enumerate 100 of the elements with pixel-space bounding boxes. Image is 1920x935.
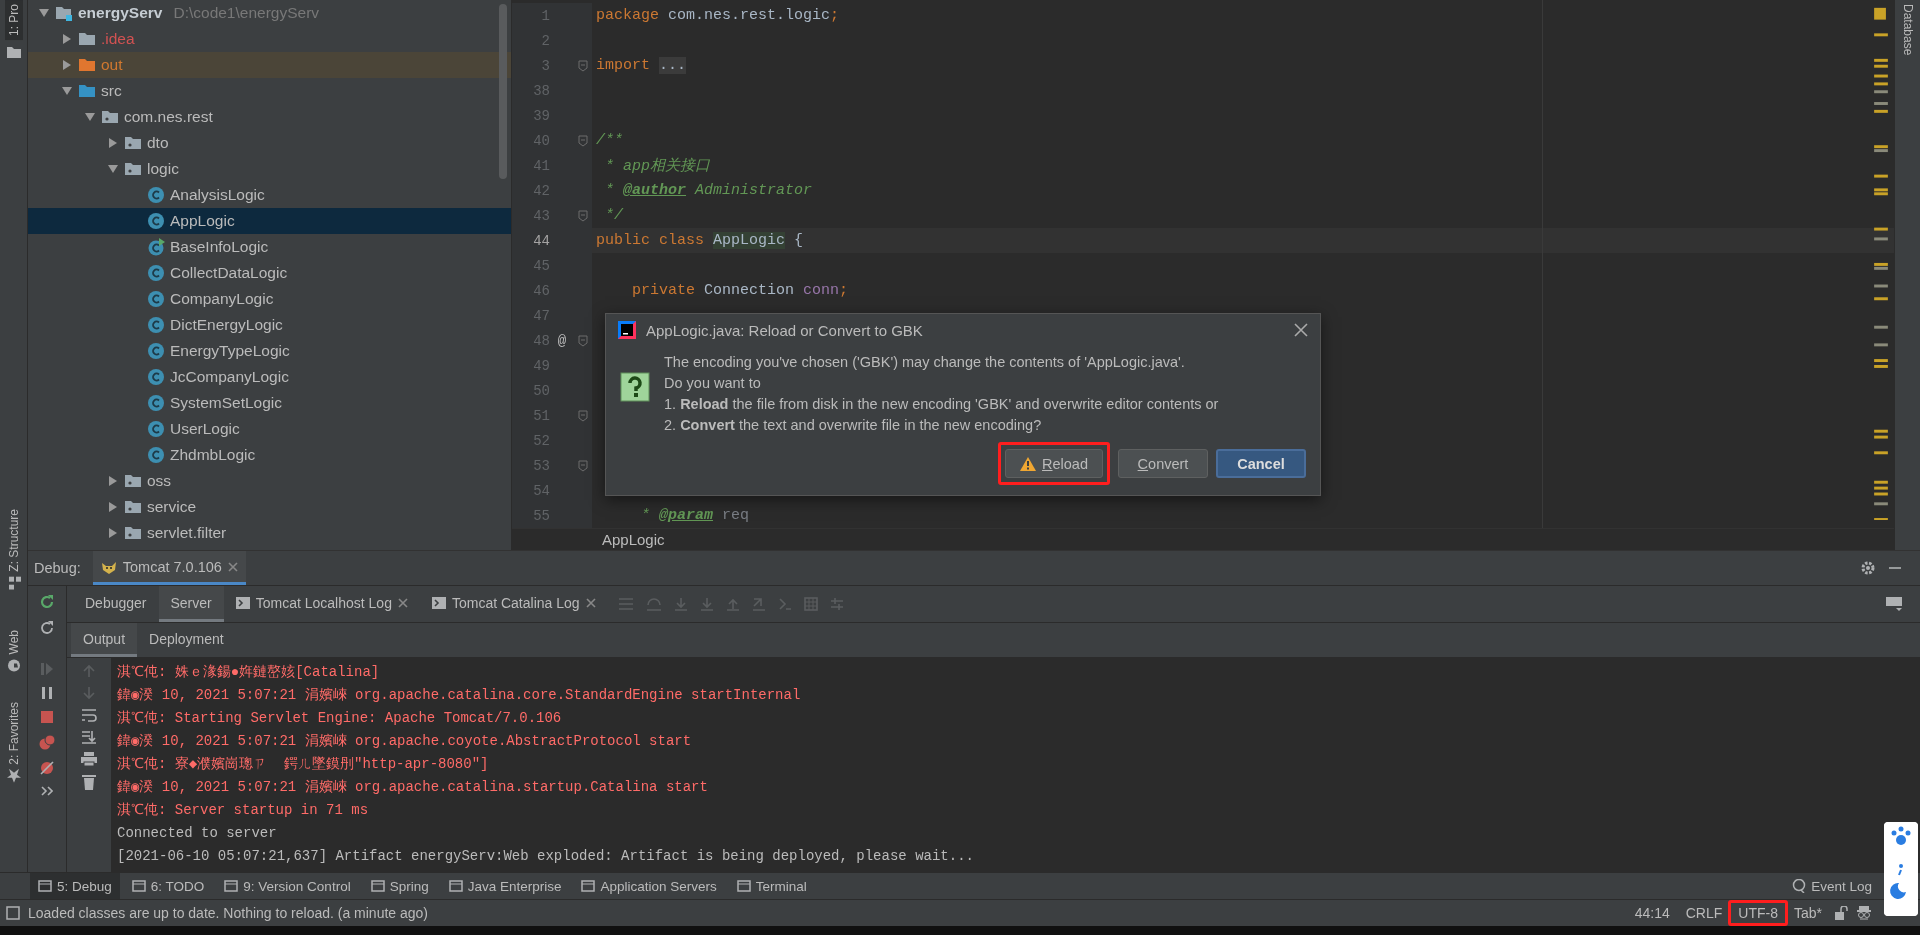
inspector-icon[interactable] [1856,905,1872,921]
override-marker[interactable]: @ [557,332,567,349]
restart-icon[interactable] [39,620,55,636]
fold-icon[interactable] [578,134,588,147]
fold-icon[interactable] [578,334,588,347]
layout-icon[interactable] [1886,597,1902,611]
collapsed-arrow-icon[interactable] [61,59,73,71]
tree-item[interactable]: oss [28,468,511,494]
stop-icon[interactable] [40,710,54,724]
tool-window-tab[interactable]: Database [1898,0,1917,60]
close-icon[interactable] [227,561,238,572]
tree-item[interactable]: logic [28,156,511,182]
status-item[interactable]: UTF-8 [1734,905,1782,921]
tree-item[interactable]: servlet.filter [28,520,511,546]
tool-window-tab[interactable]: 2: Favorites [4,698,23,787]
console-tab[interactable]: Deployment [137,623,236,657]
tree-item[interactable]: AnalysisLogic [28,182,511,208]
code-line: package com.nes.rest.logic; [595,7,840,24]
tool-window-button[interactable]: 5: Debug [30,873,120,899]
trash-icon[interactable] [82,774,96,790]
tool-window-tab[interactable]: Z: Structure [4,505,23,594]
tree-item[interactable]: SystemSetLogic [28,390,511,416]
tree-item[interactable]: src [28,78,511,104]
tree-item[interactable]: CollectDataLogic [28,260,511,286]
tool-window-button[interactable]: Java Enterprise [440,873,570,899]
tree-item[interactable]: JcCompanyLogic [28,364,511,390]
runnable-class-icon [147,238,165,256]
collapsed-arrow-icon[interactable] [107,137,119,149]
fold-icon[interactable] [578,209,588,222]
ime-toolbar-drawing[interactable] [1884,822,1918,916]
tool-window-button[interactable]: Application Servers [573,873,725,899]
event-log-button[interactable]: Event Log [1784,873,1880,899]
soft-wrap-icon[interactable] [81,708,97,722]
fold-icon[interactable] [578,59,588,72]
tree-item[interactable]: EnergyTypeLogic [28,338,511,364]
code-line: * app相关接口 [604,156,710,175]
fold-icon[interactable] [578,409,588,422]
console-line: 鍏◉湀 10, 2021 5:07:21 涓嬪崍 org.apache.coyote.AbstractProtocol start [116,732,693,751]
tree-item[interactable]: UserLogic [28,416,511,442]
session-tab[interactable]: Tomcat 7.0.106 [92,551,246,585]
rerun-icon[interactable] [39,594,55,610]
class-icon [147,342,165,360]
close-icon[interactable] [1294,323,1308,337]
breadcrumb[interactable]: AppLogic [512,528,1894,550]
dialog-button[interactable]: Reload [1005,449,1103,478]
print-icon[interactable] [81,752,97,766]
panel-toggle-icon[interactable] [6,906,20,920]
tree-item[interactable]: com.nes.rest [28,104,511,130]
tree-item[interactable]: energyServ D:\code1\energyServ [28,0,511,26]
tree-item[interactable]: ZhdmbLogic [28,442,511,468]
settings-icon[interactable] [1860,560,1876,576]
tree-item[interactable]: service [28,494,511,520]
tree-item[interactable]: AppLogic [28,208,511,234]
lock-icon[interactable] [1834,906,1848,920]
collapsed-arrow-icon[interactable] [107,527,119,539]
expanded-arrow-icon[interactable] [61,85,73,97]
tree-item[interactable]: CompanyLogic [28,286,511,312]
package-folder-icon [101,109,119,125]
tool-window-icon [448,879,463,893]
scroll-to-end-icon[interactable] [81,730,97,744]
collapsed-arrow-icon[interactable] [61,33,73,45]
status-item[interactable]: Tab* [1789,905,1826,921]
collapsed-arrow-icon[interactable] [107,501,119,513]
tree-item[interactable]: DictEnergyLogic [28,312,511,338]
collapsed-arrow-icon[interactable] [107,475,119,487]
debug-tab[interactable]: Debugger [73,586,159,622]
close-icon[interactable] [397,597,408,608]
expanded-arrow-icon[interactable] [84,111,96,123]
console-line: 淇℃伅: 寮◆濮嬪崗璁ㄗ 鍔ㄦ墜鏌刐"http-apr-8080"] [116,755,490,774]
scrollbar[interactable] [499,4,507,179]
status-item[interactable]: CRLF [1681,905,1727,921]
debug-tab[interactable]: Tomcat Catalina Log [419,586,608,622]
tree-item[interactable]: BaseInfoLogic [28,234,511,260]
debug-tab[interactable]: Server [158,586,224,622]
expanded-arrow-icon[interactable] [107,163,119,175]
class-icon [147,420,165,438]
code-line: * @param req [640,507,750,524]
tool-window-button[interactable]: Terminal [728,873,815,899]
mute-breakpoints-icon[interactable] [39,760,55,776]
tool-window-button[interactable]: 6: TODO [123,873,213,899]
tool-window-tab[interactable]: 1: Pro [4,0,23,40]
expanded-arrow-icon[interactable] [38,7,50,19]
dialog-button[interactable]: Convert [1118,449,1208,478]
tool-window-button[interactable]: Spring [362,873,437,899]
tool-window-icon [131,879,146,893]
tool-window-button[interactable]: 9: Version Control [216,873,359,899]
status-item[interactable]: 44:14 [1630,905,1674,921]
breakpoints-icon[interactable] [38,734,56,750]
pause-icon[interactable] [40,686,54,700]
tree-item[interactable]: out [28,52,511,78]
fold-icon[interactable] [578,459,588,472]
code-line: */ [604,207,623,224]
tool-window-tab[interactable]: Web [4,625,23,677]
close-icon[interactable] [585,597,596,608]
dialog-button[interactable]: Cancel [1216,449,1306,478]
speech-bubble-icon [1792,879,1807,893]
debug-tab[interactable]: Tomcat Localhost Log [223,586,420,622]
more-icon[interactable] [41,786,53,796]
console-tab[interactable]: Output [71,623,138,657]
tree-item[interactable]: dto [28,130,511,156]
